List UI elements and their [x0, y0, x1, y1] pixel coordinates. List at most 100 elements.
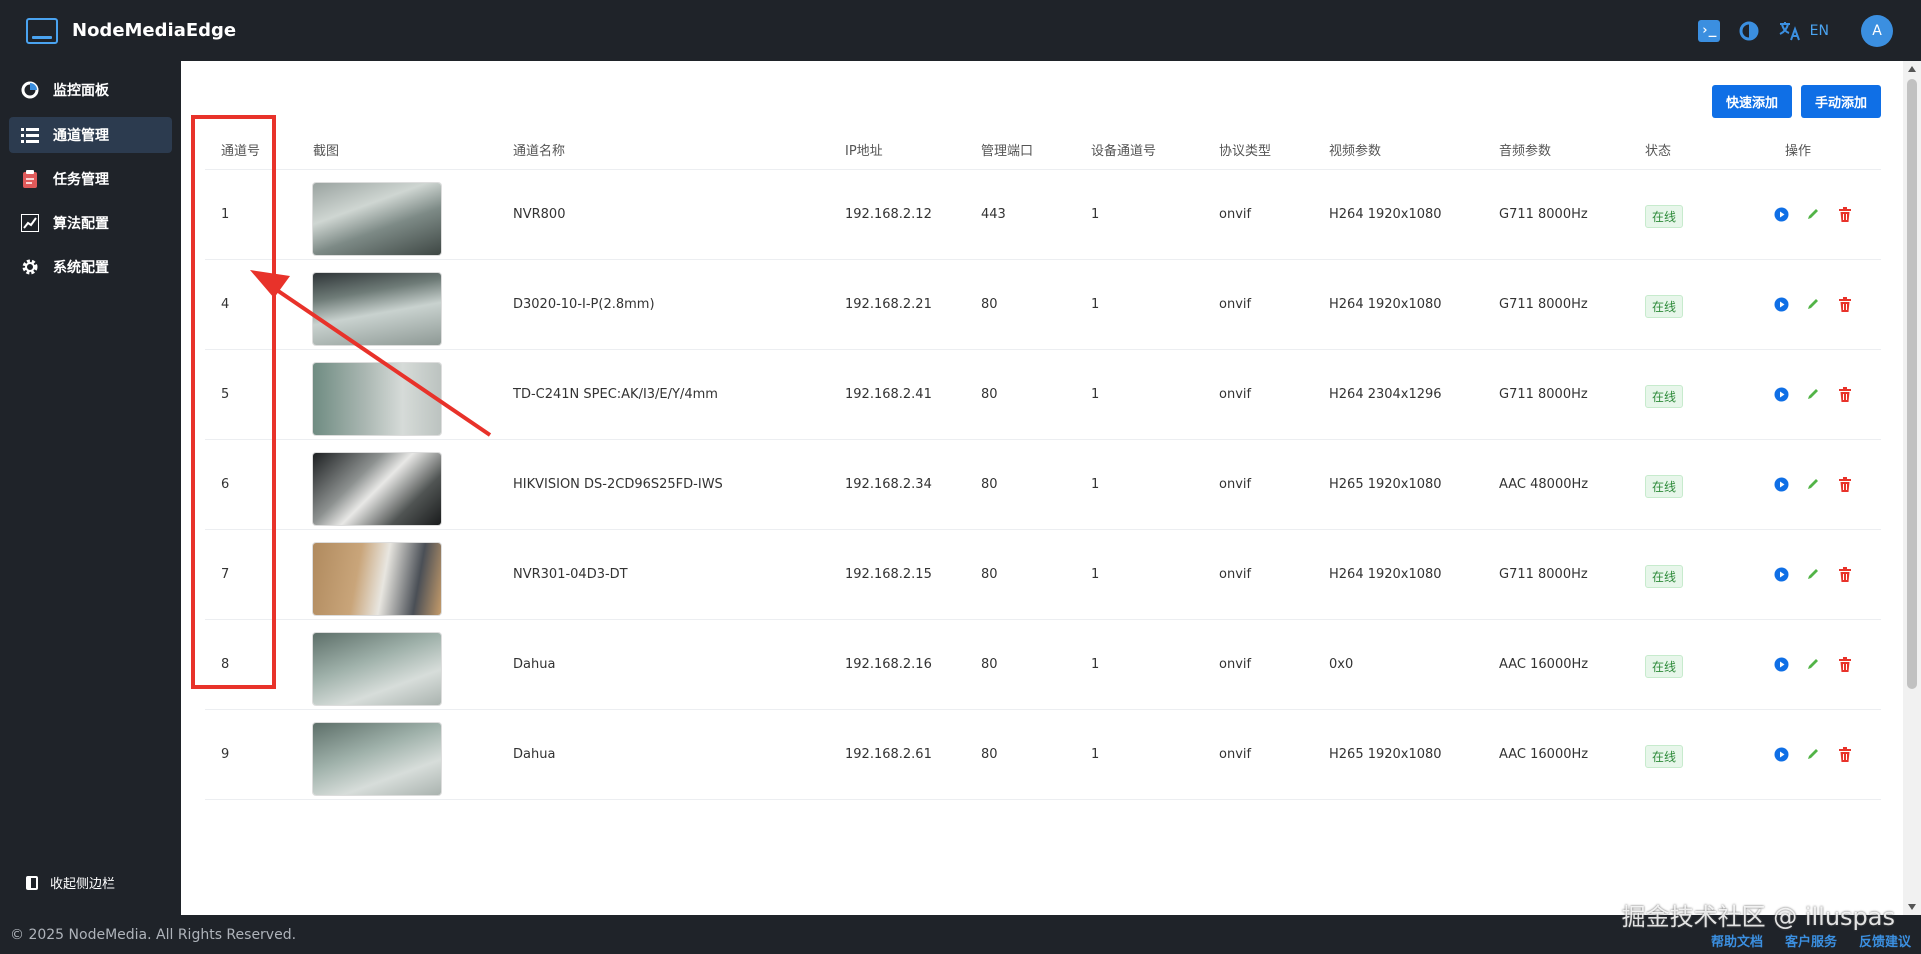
edit-icon[interactable]	[1805, 386, 1821, 402]
column-header[interactable]: 通道号	[221, 140, 260, 159]
play-icon[interactable]	[1773, 656, 1789, 672]
sidebar-item-settings[interactable]: 系统配置	[9, 249, 172, 285]
table-row[interactable]: 5 TD-C241N SPEC:AK/I3/E/Y/4mm 192.168.2.41…	[205, 350, 1881, 440]
scroll-up-arrow-icon[interactable]	[1908, 66, 1916, 72]
play-icon[interactable]	[1773, 476, 1789, 492]
sidebar-item-channels[interactable]: 通道管理	[9, 117, 172, 153]
delete-icon[interactable]	[1837, 386, 1853, 402]
video-params: 0x0	[1329, 657, 1354, 672]
table-row[interactable]: 1 NVR800 192.168.2.12 443 1 onvif H264 1920x10…	[205, 170, 1881, 260]
chart-icon	[21, 214, 39, 232]
customer-service-link[interactable]: 客户服务	[1785, 931, 1837, 950]
ip-address: 192.168.2.15	[845, 567, 932, 582]
column-header[interactable]: 音频参数	[1499, 140, 1551, 159]
collapse-sidebar-button[interactable]: 收起侧边栏	[26, 873, 115, 892]
column-header[interactable]: 操作	[1785, 140, 1811, 159]
column-header[interactable]: IP地址	[845, 140, 883, 159]
table-header: 通道号 截图 通道名称 IP地址 管理端口 设备通道号 协议类型 视频参数 音频…	[205, 130, 1881, 170]
channel-name: Dahua	[513, 657, 556, 672]
quick-add-button[interactable]: 快速添加	[1712, 85, 1792, 118]
video-params: H264 1920x1080	[1329, 297, 1442, 312]
edit-icon[interactable]	[1805, 296, 1821, 312]
main-content: 快速添加 手动添加 通道号 截图 通道名称 IP地址 管理端口 设备通道号 协议…	[181, 61, 1903, 915]
table-row[interactable]: 7 NVR301-04D3-DT 192.168.2.15 80 1 onvif H264 …	[205, 530, 1881, 620]
delete-icon[interactable]	[1837, 476, 1853, 492]
edit-icon[interactable]	[1805, 476, 1821, 492]
snapshot-thumbnail[interactable]	[313, 273, 441, 345]
scrollbar[interactable]	[1903, 61, 1921, 915]
avatar[interactable]: A	[1861, 14, 1893, 47]
audio-params: G711 8000Hz	[1499, 387, 1588, 402]
column-header[interactable]: 设备通道号	[1091, 140, 1156, 159]
audio-params: G711 8000Hz	[1499, 207, 1588, 222]
protocol-type: onvif	[1219, 657, 1252, 672]
terminal-icon[interactable]: ›_	[1697, 19, 1720, 42]
play-icon[interactable]	[1773, 206, 1789, 222]
play-icon[interactable]	[1773, 746, 1789, 762]
snapshot-thumbnail[interactable]	[313, 363, 441, 435]
sidebar-item-dashboard[interactable]: 监控面板	[9, 72, 172, 108]
edit-icon[interactable]	[1805, 746, 1821, 762]
theme-toggle-icon[interactable]	[1738, 20, 1760, 42]
protocol-type: onvif	[1219, 387, 1252, 402]
column-header[interactable]: 截图	[313, 140, 339, 159]
scroll-down-arrow-icon[interactable]	[1908, 904, 1916, 910]
snapshot-thumbnail[interactable]	[313, 543, 441, 615]
delete-icon[interactable]	[1837, 746, 1853, 762]
channel-name: D3020-10-I-P(2.8mm)	[513, 297, 655, 312]
video-params: H264 1920x1080	[1329, 207, 1442, 222]
device-channel: 1	[1091, 387, 1100, 402]
snapshot-thumbnail[interactable]	[313, 723, 441, 795]
table-row[interactable]: 6 HIKVISION DS-2CD96S25FD-IWS 192.168.2.34…	[205, 440, 1881, 530]
delete-icon[interactable]	[1837, 296, 1853, 312]
brand[interactable]: NodeMediaEdge	[26, 17, 237, 44]
table-row[interactable]: 4 D3020-10-I-P(2.8mm) 192.168.2.21 80 1 onvif…	[205, 260, 1881, 350]
edit-icon[interactable]	[1805, 656, 1821, 672]
help-docs-link[interactable]: 帮助文档	[1711, 931, 1763, 950]
ip-address: 192.168.2.34	[845, 477, 932, 492]
column-header[interactable]: 视频参数	[1329, 140, 1381, 159]
management-port: 80	[981, 567, 998, 582]
video-params: H264 2304x1296	[1329, 387, 1442, 402]
column-header[interactable]: 管理端口	[981, 140, 1033, 159]
sidebar-item-algorithms[interactable]: 算法配置	[9, 205, 172, 241]
brand-name: NodeMediaEdge	[72, 20, 237, 41]
feedback-link[interactable]: 反馈建议	[1859, 931, 1911, 950]
channel-name: NVR800	[513, 207, 566, 222]
snapshot-thumbnail[interactable]	[313, 633, 441, 705]
device-channel: 1	[1091, 657, 1100, 672]
language-switch[interactable]: EN	[1778, 20, 1829, 42]
table-row[interactable]: 9 Dahua 192.168.2.61 80 1 onvif H265 1920x1080…	[205, 710, 1881, 800]
edit-icon[interactable]	[1805, 566, 1821, 582]
table-row[interactable]: 8 Dahua 192.168.2.16 80 1 onvif 0x0 AAC 16000Hz…	[205, 620, 1881, 710]
column-header[interactable]: 通道名称	[513, 140, 565, 159]
video-params: H265 1920x1080	[1329, 477, 1442, 492]
sidebar-collapse-icon	[26, 875, 38, 890]
dashboard-icon	[21, 81, 39, 99]
device-channel: 1	[1091, 207, 1100, 222]
manual-add-button[interactable]: 手动添加	[1801, 85, 1881, 118]
channel-number: 7	[221, 567, 230, 582]
channel-name: HIKVISION DS-2CD96S25FD-IWS	[513, 477, 723, 492]
protocol-type: onvif	[1219, 477, 1252, 492]
snapshot-thumbnail[interactable]	[313, 183, 441, 255]
sidebar-item-tasks[interactable]: 任务管理	[9, 161, 172, 197]
play-icon[interactable]	[1773, 386, 1789, 402]
column-header[interactable]: 状态	[1645, 140, 1671, 159]
audio-params: G711 8000Hz	[1499, 567, 1588, 582]
snapshot-thumbnail[interactable]	[313, 453, 441, 525]
protocol-type: onvif	[1219, 207, 1252, 222]
play-icon[interactable]	[1773, 566, 1789, 582]
ip-address: 192.168.2.61	[845, 747, 932, 762]
edit-icon[interactable]	[1805, 206, 1821, 222]
play-icon[interactable]	[1773, 296, 1789, 312]
column-header[interactable]: 协议类型	[1219, 140, 1271, 159]
sidebar-item-label: 监控面板	[53, 83, 109, 99]
scroll-thumb[interactable]	[1907, 79, 1917, 689]
brand-logo-icon	[26, 17, 58, 44]
delete-icon[interactable]	[1837, 566, 1853, 582]
video-params: H264 1920x1080	[1329, 567, 1442, 582]
sidebar: 监控面板 通道管理 任务管理 算法配置 系统配置 收起侧边栏	[0, 61, 181, 915]
delete-icon[interactable]	[1837, 206, 1853, 222]
delete-icon[interactable]	[1837, 656, 1853, 672]
